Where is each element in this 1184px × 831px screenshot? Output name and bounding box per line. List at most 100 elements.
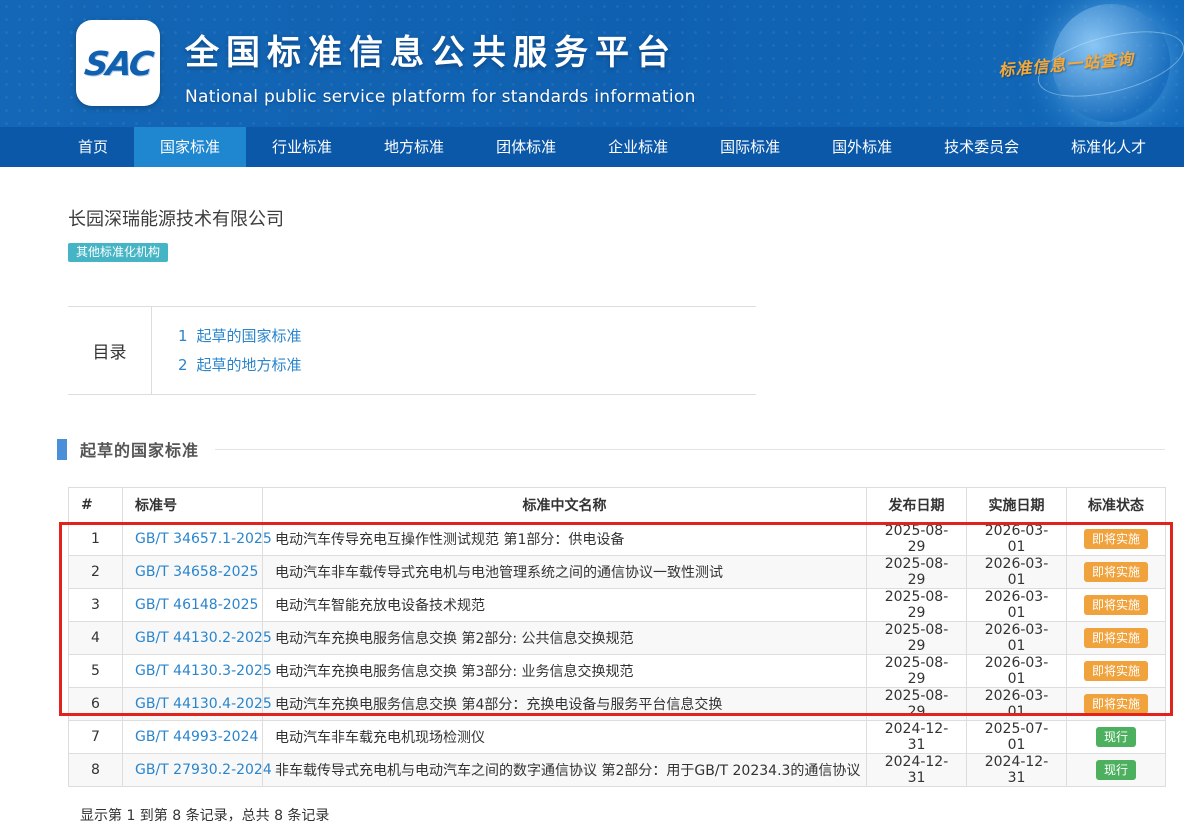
column-header: 实施日期 (967, 488, 1067, 523)
company-type-badge: 其他标准化机构 (68, 243, 168, 262)
column-header: # (69, 488, 123, 523)
status-cell: 即将实施 (1067, 589, 1166, 622)
site-subtitle: National public service platform for sta… (185, 87, 696, 107)
table-row: 1 GB/T 34657.1-2025 电动汽车传导充电互操作性测试规范 第1部… (69, 523, 1166, 556)
sac-logo-text: SAC (82, 44, 154, 83)
standard-code-link[interactable]: GB/T 44993-2024 (135, 729, 258, 745)
column-header: 标准号 (123, 488, 263, 523)
nav-item[interactable]: 国家标准 (134, 127, 246, 167)
table-row: 7 GB/T 44993-2024 电动汽车非车载充电机现场检测仪 2024-1… (69, 721, 1166, 754)
table-row: 3 GB/T 46148-2025 电动汽车智能充放电设备技术规范 2025-0… (69, 589, 1166, 622)
implement-date-cell: 2026-03-01 (967, 688, 1067, 721)
header-title-block: 全国标准信息公共服务平台 National public service pla… (185, 25, 696, 107)
standard-code-cell: GB/T 46148-2025 (123, 589, 263, 622)
standard-code-link[interactable]: GB/T 34657.1-2025 (135, 531, 272, 547)
publish-date-cell: 2025-08-29 (867, 589, 967, 622)
status-cell: 即将实施 (1067, 688, 1166, 721)
row-index: 4 (69, 622, 123, 655)
status-badge: 即将实施 (1084, 595, 1148, 615)
nav-item[interactable]: 团体标准 (470, 127, 582, 167)
publish-date-cell: 2025-08-29 (867, 622, 967, 655)
publish-date-cell: 2024-12-31 (867, 754, 967, 787)
column-header: 标准中文名称 (263, 488, 867, 523)
implement-date-cell: 2025-07-01 (967, 721, 1067, 754)
implement-date-cell: 2026-03-01 (967, 523, 1067, 556)
standard-name-cell: 非车载传导式充电机与电动汽车之间的数字通信协议 第2部分：用于GB/T 2023… (263, 754, 867, 787)
standard-name-cell: 电动汽车传导充电互操作性测试规范 第1部分：供电设备 (263, 523, 867, 556)
table-of-contents: 目录 1起草的国家标准 2起草的地方标准 (68, 306, 756, 395)
standard-code-link[interactable]: GB/T 44130.3-2025 (135, 663, 272, 679)
standards-table: # 标准号 标准中文名称 发布日期 实施日期 标准状态 (68, 487, 1166, 787)
status-cell: 即将实施 (1067, 523, 1166, 556)
implement-date-cell: 2026-03-01 (967, 655, 1067, 688)
toc-item-number: 2 (178, 356, 188, 374)
implement-date-cell: 2024-12-31 (967, 754, 1067, 787)
section-divider-line (215, 449, 1165, 450)
standard-code-cell: GB/T 27930.2-2024 (123, 754, 263, 787)
company-name: 长园深瑞能源技术有限公司 (68, 205, 1165, 231)
status-cell: 即将实施 (1067, 655, 1166, 688)
standard-code-link[interactable]: GB/T 44130.4-2025 (135, 696, 272, 712)
nav-item[interactable]: 行业标准 (246, 127, 358, 167)
standards-table-wrap: # 标准号 标准中文名称 发布日期 实施日期 标准状态 (68, 487, 1165, 787)
table-row: 5 GB/T 44130.3-2025 电动汽车充换电服务信息交换 第3部分: … (69, 655, 1166, 688)
toc-links: 1 起草的国家标准 2 起草的地方标准 (152, 307, 756, 394)
standard-name-cell: 电动汽车充换电服务信息交换 第2部分: 公共信息交换规范 (263, 622, 867, 655)
section-title: 起草的国家标准 (80, 437, 199, 461)
row-index: 1 (69, 523, 123, 556)
standard-code-cell: GB/T 34658-2025 (123, 556, 263, 589)
nav-item[interactable]: 标准化人才 (1045, 127, 1172, 167)
status-badge: 即将实施 (1084, 661, 1148, 681)
toc-item-number: 1 (178, 327, 188, 345)
standard-code-link[interactable]: GB/T 34658-2025 (135, 564, 258, 580)
row-index: 8 (69, 754, 123, 787)
sac-logo: SAC (76, 20, 160, 106)
standard-name-cell: 电动汽车智能充放电设备技术规范 (263, 589, 867, 622)
publish-date-cell: 2025-08-29 (867, 655, 967, 688)
standard-code-cell: GB/T 44130.3-2025 (123, 655, 263, 688)
toc-link[interactable]: 起草的地方标准 (197, 356, 302, 374)
table-row: 4 GB/T 44130.2-2025 电动汽车充换电服务信息交换 第2部分: … (69, 622, 1166, 655)
nav-item[interactable]: 技术委员会 (918, 127, 1045, 167)
standard-code-link[interactable]: GB/T 27930.2-2024 (135, 762, 272, 778)
standard-name-cell: 电动汽车充换电服务信息交换 第3部分: 业务信息交换规范 (263, 655, 867, 688)
nav-item[interactable]: 国外标准 (806, 127, 918, 167)
toc-link-row: 1 起草的国家标准 (178, 326, 756, 346)
status-cell: 现行 (1067, 754, 1166, 787)
nav-item[interactable]: 企业标准 (582, 127, 694, 167)
row-index: 7 (69, 721, 123, 754)
main-nav: 首页 国家标准 行业标准 地方标准 团体标准 企业标准 国际标准 国外标准 技术… (0, 127, 1184, 167)
standard-code-cell: GB/T 34657.1-2025 (123, 523, 263, 556)
site-header: SAC 全国标准信息公共服务平台 National public service… (0, 0, 1184, 127)
publish-date-cell: 2025-08-29 (867, 556, 967, 589)
table-row: 2 GB/T 34658-2025 电动汽车非车载传导式充电机与电池管理系统之间… (69, 556, 1166, 589)
table-row: 6 GB/T 44130.4-2025 电动汽车充换电服务信息交换 第4部分：充… (69, 688, 1166, 721)
publish-date-cell: 2024-12-31 (867, 721, 967, 754)
status-badge: 现行 (1096, 727, 1136, 747)
standard-name-cell: 电动汽车充换电服务信息交换 第4部分：充换电设备与服务平台信息交换 (263, 688, 867, 721)
standard-code-cell: GB/T 44130.4-2025 (123, 688, 263, 721)
standard-code-cell: GB/T 44130.2-2025 (123, 622, 263, 655)
status-cell: 即将实施 (1067, 622, 1166, 655)
row-index: 6 (69, 688, 123, 721)
nav-item[interactable]: 国际标准 (694, 127, 806, 167)
status-badge: 即将实施 (1084, 628, 1148, 648)
publish-date-cell: 2025-08-29 (867, 523, 967, 556)
section-accent-bar (57, 439, 67, 460)
standard-name-cell: 电动汽车非车载充电机现场检测仪 (263, 721, 867, 754)
implement-date-cell: 2026-03-01 (967, 589, 1067, 622)
standard-code-link[interactable]: GB/T 46148-2025 (135, 597, 258, 613)
row-index: 2 (69, 556, 123, 589)
row-index: 3 (69, 589, 123, 622)
section-header: 起草的国家标准 (57, 437, 1165, 461)
table-header-row: # 标准号 标准中文名称 发布日期 实施日期 标准状态 (69, 488, 1166, 523)
standard-code-link[interactable]: GB/T 44130.2-2025 (135, 630, 272, 646)
toc-link[interactable]: 起草的国家标准 (197, 327, 302, 345)
status-cell: 即将实施 (1067, 556, 1166, 589)
status-badge: 即将实施 (1084, 694, 1148, 714)
standard-code-cell: GB/T 44993-2024 (123, 721, 263, 754)
status-badge: 即将实施 (1084, 529, 1148, 549)
nav-item[interactable]: 地方标准 (358, 127, 470, 167)
nav-item[interactable]: 首页 (52, 127, 134, 167)
implement-date-cell: 2026-03-01 (967, 622, 1067, 655)
